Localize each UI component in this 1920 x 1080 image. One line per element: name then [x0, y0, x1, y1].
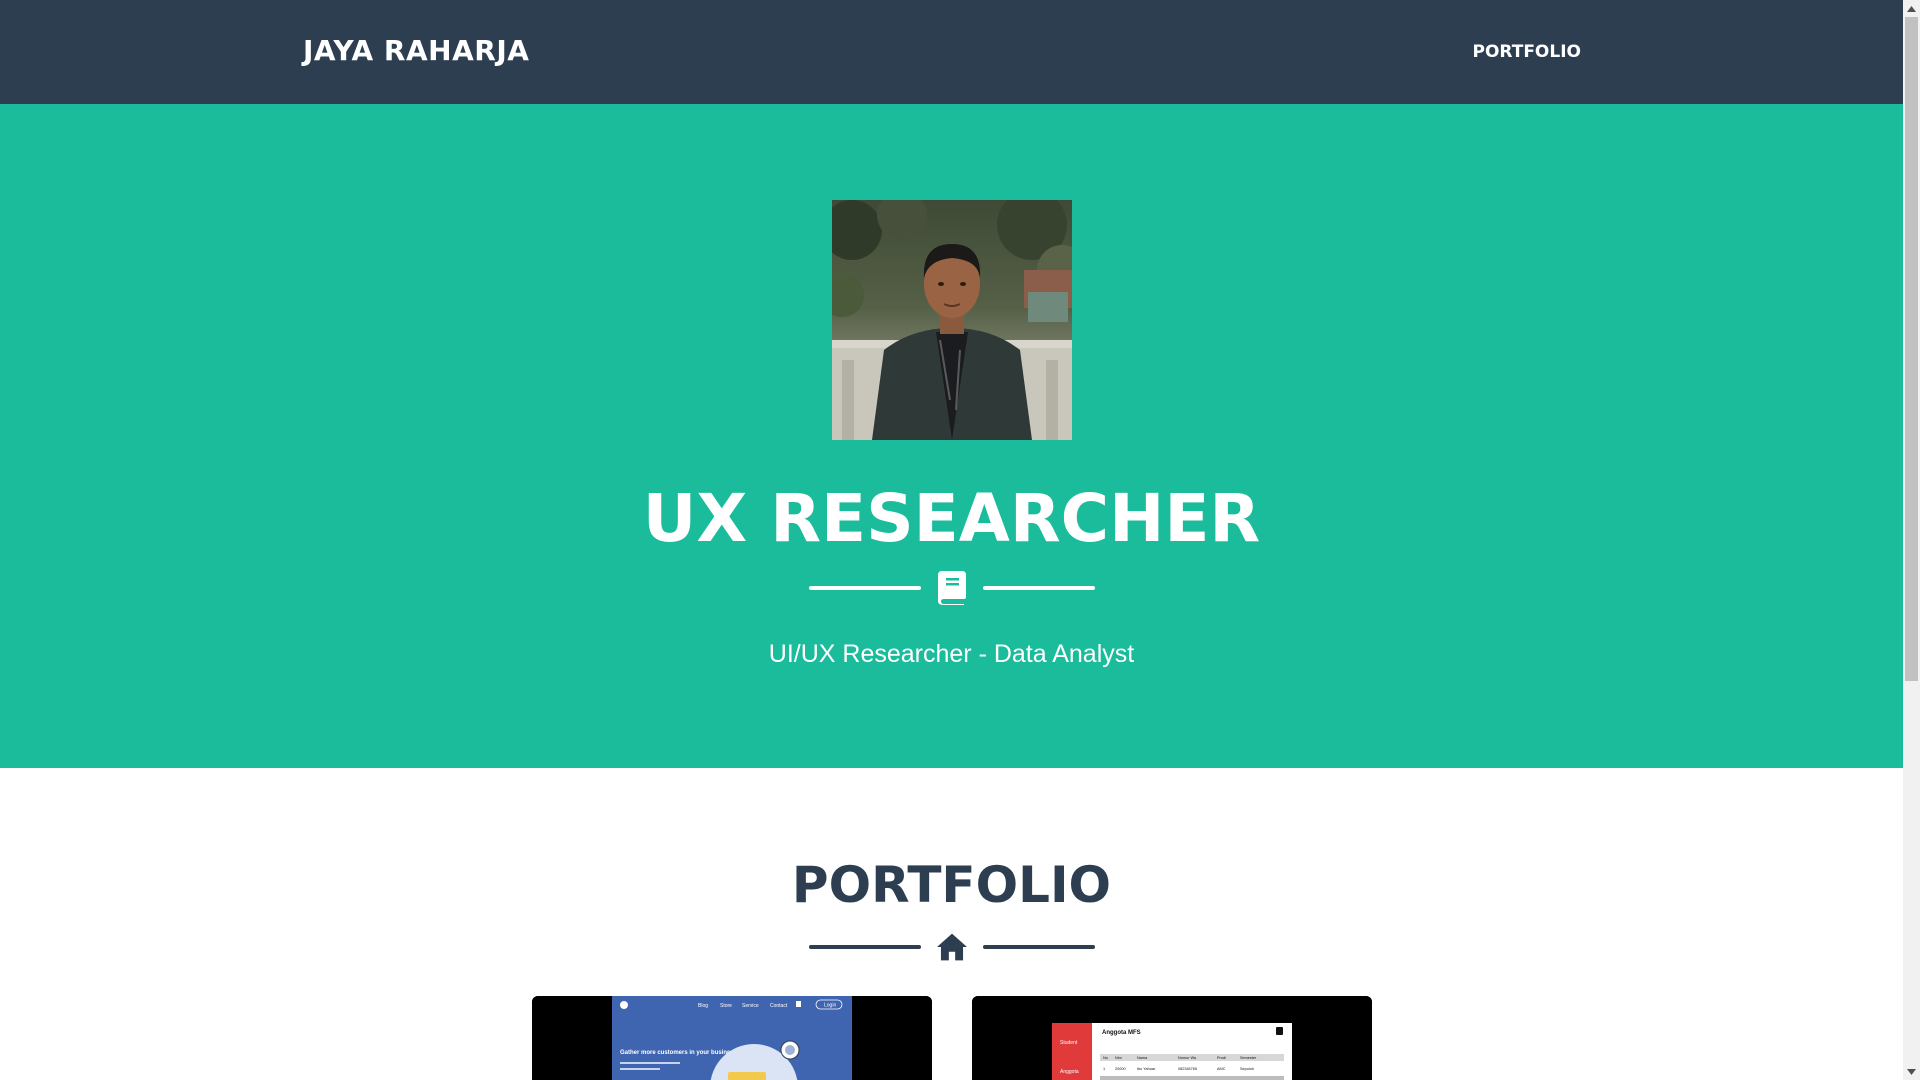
thumb-cell: 1	[1103, 1067, 1105, 1071]
thumb-nav-service: Service	[742, 1003, 759, 1009]
avatar	[832, 200, 1072, 440]
divider-line	[808, 945, 921, 949]
divider-line	[808, 586, 921, 590]
nav-link-portfolio[interactable]: PORTFOLIO	[1472, 42, 1581, 62]
portfolio-divider	[0, 927, 1903, 967]
scroll-thumb[interactable]	[1905, 17, 1918, 681]
navbar: JAYA RAHARJA PORTFOLIO	[0, 0, 1903, 104]
thumb-col-nomor-wa: Nomor Wa	[1178, 1056, 1197, 1060]
thumb-app-title: Anggota MFS	[1102, 1030, 1141, 1036]
portfolio-item[interactable]: Student Anggota Anggota MFS No Nim Nama …	[972, 996, 1372, 1080]
portfolio-item[interactable]: Blog Store Service Contact Login Gather …	[532, 996, 932, 1080]
thumb-nav-store: Store	[720, 1003, 732, 1009]
masthead: UX RESEARCHER UI/UX Researcher - Data An…	[0, 104, 1903, 768]
thumb-nav-blog: Blog	[698, 1003, 708, 1009]
cart-icon	[796, 1001, 801, 1007]
thumb-col-nama: Nama	[1137, 1056, 1148, 1060]
masthead-subheading: UI/UX Researcher - Data Analyst	[768, 640, 1135, 668]
thumb-sidebar-anggota: Anggota	[1060, 1069, 1079, 1075]
thumb-col-nim: Nim	[1115, 1056, 1122, 1060]
page: JAYA RAHARJA PORTFOLIO UX RESEARCHER UI/…	[0, 0, 1920, 1080]
thumb-sidebar-student: Student	[1060, 1040, 1078, 1046]
portfolio-heading: PORTFOLIO	[791, 856, 1112, 914]
book-icon	[937, 570, 967, 606]
thumb-cell: 20000	[1115, 1067, 1126, 1071]
masthead-heading: UX RESEARCHER	[642, 480, 1261, 557]
thumb-login-label: Login	[824, 1003, 836, 1009]
thumb-nav-contact: Contact	[770, 1003, 788, 1009]
brand-logo-icon	[620, 1001, 628, 1009]
menu-icon	[1276, 1027, 1283, 1035]
divider-line	[982, 586, 1095, 590]
thumb-col-semester: Semester	[1240, 1056, 1257, 1060]
thumb-cell: Ibu Yahuar	[1137, 1067, 1156, 1071]
thumb-cell: AMC	[1217, 1067, 1226, 1071]
scrollbar[interactable]	[1903, 0, 1920, 1080]
masthead-divider	[0, 568, 1903, 608]
divider-line	[982, 945, 1095, 949]
scroll-up-arrow-icon[interactable]	[1903, 0, 1920, 17]
home-icon	[936, 929, 967, 965]
avatar-photo	[832, 200, 1072, 440]
portfolio-thumbnail: Blog Store Service Contact Login Gather …	[532, 996, 932, 1080]
brand-link[interactable]: JAYA RAHARJA	[303, 34, 529, 67]
thumb-cell: 082345765	[1178, 1067, 1197, 1071]
thumb-cell: Sepuluh	[1240, 1067, 1254, 1071]
thumb-col-no: No	[1103, 1056, 1108, 1060]
portfolio-thumbnail: Student Anggota Anggota MFS No Nim Nama …	[972, 996, 1372, 1080]
thumb-col-prodi: Prodi	[1217, 1056, 1226, 1060]
scroll-down-arrow-icon[interactable]	[1903, 1063, 1920, 1080]
